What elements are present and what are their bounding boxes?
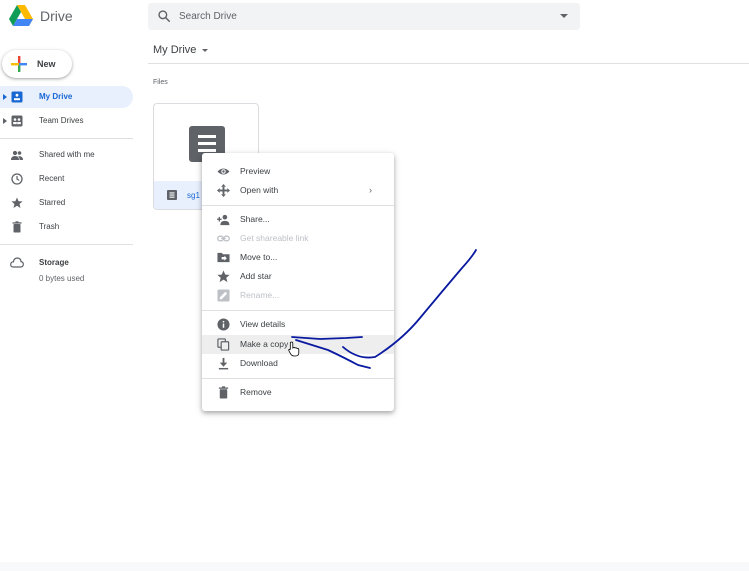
trash-icon <box>218 386 229 399</box>
expand-arrow-icon[interactable] <box>3 118 7 124</box>
menu-item-remove[interactable]: Remove <box>202 383 394 402</box>
menu-item-label: Move to... <box>240 252 278 262</box>
sidebar-item-label: My Drive <box>39 92 73 101</box>
google-forms-icon <box>167 190 177 200</box>
menu-item-label: Rename... <box>240 290 280 300</box>
menu-item-label: Share... <box>240 214 270 224</box>
menu-separator <box>202 378 394 379</box>
link-icon <box>217 235 230 242</box>
folder-move-icon <box>217 252 230 263</box>
hand-cursor-icon <box>288 341 300 357</box>
chevron-right-icon: › <box>369 185 372 195</box>
open-with-icon <box>217 184 230 197</box>
menu-item-view-details[interactable]: View details <box>202 315 394 334</box>
menu-item-rename: Rename... <box>202 286 394 305</box>
menu-item-share[interactable]: Share... <box>202 210 394 229</box>
sidebar-item-starred[interactable]: Starred <box>0 192 133 214</box>
menu-item-label: Get shareable link <box>240 233 309 243</box>
sidebar-divider <box>0 244 133 245</box>
info-icon <box>217 318 230 331</box>
menu-item-preview[interactable]: Preview <box>202 162 394 181</box>
files-section-label: Files <box>153 79 168 86</box>
people-icon <box>11 150 23 160</box>
menu-item-label: Open with <box>240 185 279 195</box>
cloud-icon <box>10 257 24 268</box>
copy-icon <box>217 338 230 351</box>
edit-icon <box>217 289 230 302</box>
sidebar-item-my-drive[interactable]: My Drive <box>0 86 133 108</box>
my-drive-icon <box>11 91 23 103</box>
context-menu: Preview Open with › Share... Get shareab… <box>202 153 394 411</box>
bottom-strip <box>0 562 749 571</box>
menu-item-get-shareable-link: Get shareable link <box>202 229 394 248</box>
file-name[interactable]: sg1 <box>187 191 200 200</box>
search-bar[interactable]: Search Drive <box>148 3 580 30</box>
breadcrumb[interactable]: My Drive <box>153 44 196 56</box>
sidebar-item-label: Shared with me <box>39 150 95 159</box>
brand-name: Drive <box>40 8 73 24</box>
menu-item-label: Remove <box>240 387 272 397</box>
menu-item-move-to[interactable]: Move to... <box>202 248 394 267</box>
search-icon[interactable] <box>157 9 171 23</box>
sidebar-item-trash[interactable]: Trash <box>0 216 133 238</box>
menu-item-label: View details <box>240 319 286 329</box>
clock-icon <box>11 173 23 185</box>
sidebar-item-label: Recent <box>39 174 65 183</box>
sidebar-item-recent[interactable]: Recent <box>0 168 133 190</box>
menu-item-label: Download <box>240 358 278 368</box>
person-add-icon <box>217 214 230 226</box>
sidebar-divider <box>0 138 133 139</box>
menu-item-label: Make a copy <box>240 339 289 349</box>
download-icon <box>218 357 229 370</box>
trash-icon <box>12 221 22 233</box>
eye-icon <box>217 168 230 175</box>
storage-used-value: 0 bytes used <box>39 274 85 283</box>
menu-item-add-star[interactable]: Add star <box>202 267 394 286</box>
menu-item-label: Preview <box>240 166 271 176</box>
sidebar-item-team-drives[interactable]: Team Drives <box>0 110 133 132</box>
drive-logo-icon[interactable] <box>9 5 33 27</box>
sidebar-item-label: Trash <box>39 222 60 231</box>
main-divider <box>148 63 749 64</box>
star-icon <box>217 270 230 283</box>
storage-label[interactable]: Storage <box>39 258 69 267</box>
expand-arrow-icon[interactable] <box>3 94 7 100</box>
chevron-down-icon[interactable] <box>202 49 208 52</box>
menu-item-open-with[interactable]: Open with › <box>202 181 394 200</box>
sidebar-item-shared-with-me[interactable]: Shared with me <box>0 144 133 166</box>
sidebar-item-label: Team Drives <box>39 116 84 125</box>
star-icon <box>11 197 23 208</box>
team-drives-icon <box>11 115 23 127</box>
new-button-label: New <box>37 59 56 69</box>
plus-icon <box>11 56 27 72</box>
menu-item-label: Add star <box>240 271 272 281</box>
menu-separator <box>202 205 394 206</box>
menu-separator <box>202 310 394 311</box>
search-options-dropdown-icon[interactable] <box>560 14 568 18</box>
search-input[interactable]: Search Drive <box>179 11 237 22</box>
sidebar-item-label: Starred <box>39 198 66 207</box>
new-button[interactable]: New <box>2 50 72 78</box>
